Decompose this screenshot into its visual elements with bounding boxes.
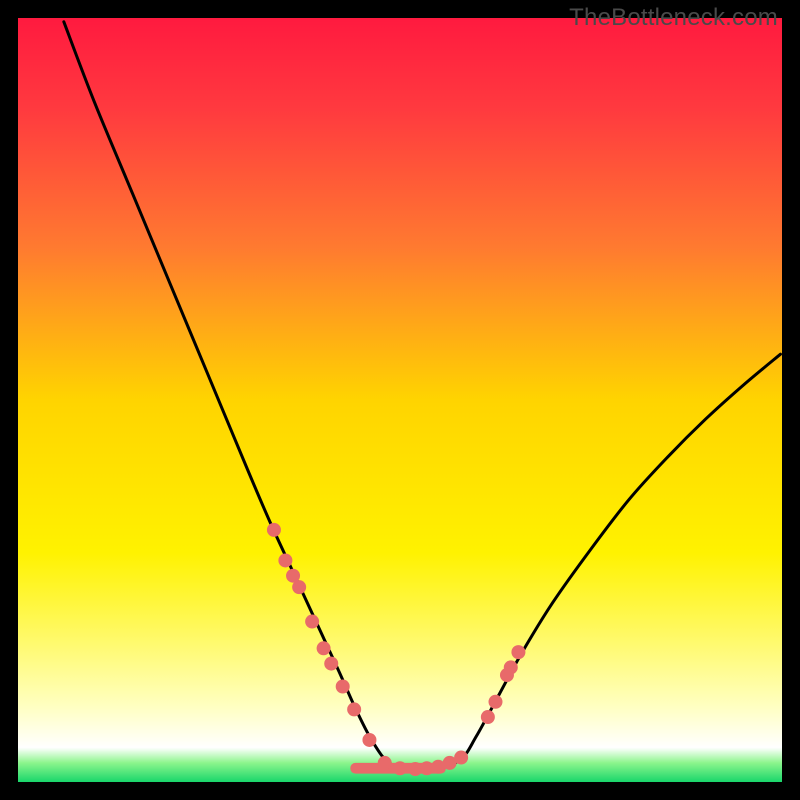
chart-frame — [18, 18, 782, 782]
sample-dot — [393, 761, 407, 775]
sample-dot — [347, 702, 361, 716]
sample-dot — [481, 710, 495, 724]
sample-dot — [292, 580, 306, 594]
sample-dot — [305, 615, 319, 629]
sample-dot — [489, 695, 503, 709]
bottleneck-chart — [18, 18, 782, 782]
sample-dot — [511, 645, 525, 659]
sample-dot — [362, 733, 376, 747]
sample-dot — [336, 680, 350, 694]
sample-dot — [324, 657, 338, 671]
chart-background — [18, 18, 782, 782]
sample-dot — [317, 641, 331, 655]
sample-dot — [378, 756, 392, 770]
sample-dot — [267, 523, 281, 537]
sample-dot — [504, 660, 518, 674]
sample-dot — [278, 553, 292, 567]
sample-dot — [454, 751, 468, 765]
watermark-text: TheBottleneck.com — [569, 4, 778, 32]
